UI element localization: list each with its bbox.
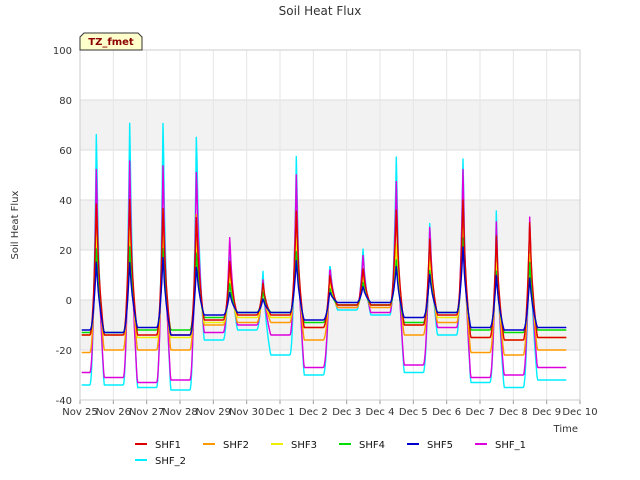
plot-band [80,100,580,150]
plot-band [80,300,580,350]
x-tick-label: Dec 2 [299,407,328,418]
x-axis-title: Time [553,424,578,435]
y-tick-label: 20 [59,246,72,257]
y-tick-label: -40 [56,396,72,407]
x-tick-label: Dec 5 [399,407,428,418]
y-axis-title: Soil Heat Flux [10,190,21,259]
station-badge: TZ_fmet [79,32,143,51]
legend-label: SHF1 [155,440,181,451]
station-badge-text: TZ_fmet [88,37,134,48]
legend-label: SHF5 [427,440,453,451]
plot-band [80,200,580,250]
x-tick-label: Dec 3 [332,407,361,418]
x-tick-label: Nov 27 [129,407,164,418]
x-tick-label: Dec 1 [266,407,295,418]
x-tick-label: Nov 25 [62,407,97,418]
legend-label: SHF2 [223,440,249,451]
x-tick-label: Nov 28 [162,407,197,418]
x-tick-label: Dec 9 [532,407,561,418]
legend-label: SHF_1 [495,440,526,451]
legend-label: SHF_2 [155,456,186,467]
plot-bands [80,100,580,350]
x-tick-label: Dec 8 [499,407,528,418]
y-tick-label: 0 [66,296,72,307]
y-tick-label: 60 [59,146,72,157]
y-tick-label: 80 [59,96,72,107]
x-tick-label: Nov 30 [229,407,264,418]
legend-label: SHF4 [359,440,385,451]
x-tick-label: Dec 10 [562,407,597,418]
x-tick-label: Dec 6 [432,407,461,418]
x-tick-label: Nov 29 [196,407,231,418]
x-tick-label: Dec 7 [466,407,495,418]
y-tick-label: 40 [59,196,72,207]
legend-label: SHF3 [291,440,317,451]
y-tick-label: -20 [56,346,72,357]
x-tick-label: Nov 26 [96,407,131,418]
chart-title: Soil Heat Flux [279,4,362,18]
y-tick-label: 100 [53,46,72,57]
soil-heat-flux-chart: -40-20020406080100 Nov 25Nov 26Nov 27Nov… [0,0,640,480]
x-tick-label: Dec 4 [366,407,395,418]
